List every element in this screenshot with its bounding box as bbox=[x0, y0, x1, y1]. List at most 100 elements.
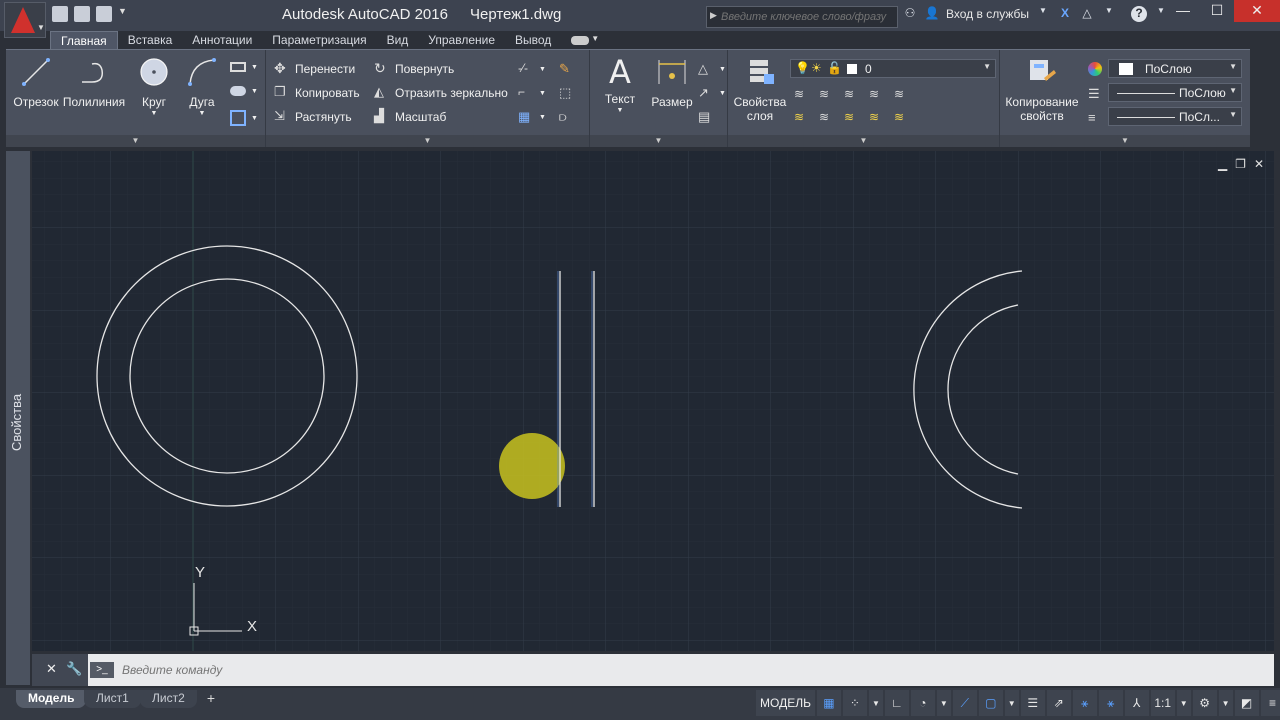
ortho-toggle-icon[interactable]: ∟ bbox=[884, 690, 909, 716]
viewport-restore-icon[interactable]: ❐ bbox=[1235, 157, 1246, 171]
chevron-down-icon[interactable]: ▼ bbox=[936, 690, 951, 716]
qat-dropdown-icon[interactable]: ▼ bbox=[118, 6, 128, 22]
osnap-toggle-icon[interactable]: ▢ bbox=[978, 690, 1003, 716]
lineweight-dropdown[interactable]: ПоСл... ▼ bbox=[1108, 107, 1242, 126]
chevron-down-icon[interactable]: ▼ bbox=[1218, 690, 1233, 716]
line-tool-button[interactable]: Отрезок bbox=[8, 56, 64, 109]
model-space-button[interactable]: МОДЕЛЬ bbox=[756, 690, 815, 716]
command-close-icon[interactable]: ✕ bbox=[46, 661, 57, 677]
array-tool[interactable]: ▦ ▼ ⫐ bbox=[518, 109, 575, 125]
tab-home[interactable]: Главная bbox=[50, 31, 118, 50]
layer-off-icon[interactable]: ≋ bbox=[869, 87, 885, 103]
tab-annotate[interactable]: Аннотации bbox=[182, 31, 262, 50]
hardware-accel-icon[interactable]: ◩ bbox=[1234, 690, 1259, 716]
workspace-gear-icon[interactable]: ⚙ bbox=[1192, 690, 1217, 716]
fillet-tool[interactable]: ⌐ ▼ ⬚ bbox=[518, 85, 575, 101]
lineweight-icon[interactable]: ☰ bbox=[1088, 86, 1100, 102]
rotate-tool[interactable]: ↻ Повернуть bbox=[374, 61, 454, 77]
polar-toggle-icon[interactable]: ◔ bbox=[910, 690, 935, 716]
chevron-down-icon[interactable]: ▼ bbox=[592, 107, 648, 114]
annotation-scale-value[interactable]: 1:1 bbox=[1150, 690, 1175, 716]
add-layout-icon[interactable]: + bbox=[203, 690, 219, 706]
ribbon-minimize-icon[interactable] bbox=[571, 36, 590, 45]
help-icon[interactable]: ? bbox=[1131, 6, 1147, 22]
properties-panel-expand[interactable]: ▼ bbox=[1000, 135, 1250, 147]
new-file-icon[interactable] bbox=[52, 6, 68, 22]
trim-tool[interactable]: -⁄- ▼ ✎ bbox=[518, 61, 575, 77]
minimize-icon[interactable]: — bbox=[1166, 0, 1200, 22]
command-customize-icon[interactable]: 🔧 bbox=[66, 661, 82, 677]
copy-tool[interactable]: ❐ Копировать bbox=[274, 85, 360, 101]
layer-make-current-icon[interactable]: ≋ bbox=[794, 110, 810, 126]
command-prompt-icon[interactable]: >_ bbox=[90, 662, 114, 678]
arc-tool-button[interactable]: Дуга ▼ bbox=[174, 56, 230, 117]
rectangle-tool[interactable]: ▼ bbox=[230, 62, 258, 72]
snap-toggle-icon[interactable]: ⁘ bbox=[842, 690, 867, 716]
leader-tool[interactable]: △ ▼ bbox=[698, 61, 726, 77]
drawing-area[interactable]: Y X ▁ ❐ ✕ bbox=[32, 151, 1274, 651]
offset-icon[interactable]: ⫐ bbox=[559, 109, 575, 125]
multileader-tool[interactable]: ↗ ▼ bbox=[698, 85, 726, 101]
linetype-dropdown[interactable]: ПоСлою ▼ bbox=[1108, 83, 1242, 102]
close-icon[interactable]: ✕ bbox=[1234, 0, 1280, 22]
layer-match-icon[interactable]: ≋ bbox=[819, 110, 835, 126]
layer-freeze-icon[interactable]: ≋ bbox=[844, 87, 860, 103]
match-properties-button[interactable]: Копирование свойств bbox=[1002, 56, 1082, 123]
application-menu-button[interactable]: ▼ bbox=[4, 2, 46, 38]
grid-toggle-icon[interactable]: ▦ bbox=[816, 690, 841, 716]
dimension-tool-button[interactable]: Размер bbox=[644, 56, 700, 109]
customize-menu-icon[interactable]: ≡ bbox=[1260, 690, 1280, 716]
save-icon[interactable] bbox=[96, 6, 112, 22]
layer-thaw-icon[interactable]: ≋ bbox=[844, 110, 860, 126]
layer-properties-button[interactable]: Свойства слоя bbox=[730, 56, 790, 123]
chevron-down-icon[interactable]: ▼ bbox=[1035, 6, 1051, 22]
tab-manage[interactable]: Управление bbox=[418, 31, 505, 50]
tab-model[interactable]: Модель bbox=[16, 690, 87, 708]
viewport-close-icon[interactable]: ✕ bbox=[1254, 157, 1264, 171]
exchange-apps-icon[interactable]: X bbox=[1057, 6, 1073, 22]
open-file-icon[interactable] bbox=[74, 6, 90, 22]
color-wheel-icon[interactable] bbox=[1088, 62, 1102, 76]
isodraft-toggle-icon[interactable]: ⟋ bbox=[952, 690, 977, 716]
boundary-tool[interactable]: ▼ bbox=[230, 110, 258, 126]
linetype-icon[interactable]: ≡ bbox=[1088, 110, 1096, 125]
lineweight-toggle-icon[interactable]: ☰ bbox=[1020, 690, 1045, 716]
modify-panel-expand[interactable]: ▼ bbox=[266, 135, 589, 147]
draw-panel-expand[interactable]: ▼ bbox=[6, 135, 265, 147]
layer-unlock-icon[interactable]: ≋ bbox=[894, 110, 910, 126]
maximize-icon[interactable]: ☐ bbox=[1200, 0, 1234, 22]
tab-layout1[interactable]: Лист1 bbox=[84, 690, 141, 708]
tab-layout2[interactable]: Лист2 bbox=[140, 690, 197, 708]
move-tool[interactable]: ✥ Перенести bbox=[274, 61, 355, 77]
mirror-tool[interactable]: ◭ Отразить зеркально bbox=[374, 85, 508, 101]
layer-dropdown[interactable]: 💡 ☀ 🔓 0 ▼ bbox=[790, 59, 996, 78]
search-box[interactable]: ▶ bbox=[706, 6, 898, 28]
transparency-toggle-icon[interactable]: ⇗ bbox=[1046, 690, 1071, 716]
tab-insert[interactable]: Вставка bbox=[118, 31, 183, 50]
layer-isolate-icon[interactable]: ≋ bbox=[794, 87, 810, 103]
signin-button[interactable]: Вход в службы bbox=[946, 7, 1029, 21]
a360-icon[interactable]: △ bbox=[1079, 6, 1095, 22]
scale-tool[interactable]: ▟ Масштаб bbox=[374, 109, 446, 125]
annotation-panel-expand[interactable]: ▼ bbox=[590, 135, 727, 147]
polyline-tool-button[interactable]: Полилиния bbox=[62, 56, 126, 109]
layer-lock-icon[interactable]: ≋ bbox=[894, 87, 910, 103]
search-expand-icon[interactable]: ▶ bbox=[710, 10, 717, 21]
layer-on-icon[interactable]: ≋ bbox=[869, 110, 885, 126]
tab-parametric[interactable]: Параметризация bbox=[262, 31, 376, 50]
explode-icon[interactable]: ⬚ bbox=[559, 85, 575, 101]
command-line-handle[interactable]: ✕ 🔧 bbox=[32, 654, 88, 686]
chevron-down-icon[interactable]: ▼ bbox=[1004, 690, 1019, 716]
tab-output[interactable]: Вывод bbox=[505, 31, 561, 50]
auto-scale-icon[interactable]: ⚹ bbox=[1098, 690, 1123, 716]
stretch-tool[interactable]: ⇲ Растянуть bbox=[274, 109, 352, 125]
chevron-down-icon[interactable]: ▼ bbox=[174, 110, 230, 117]
search-input[interactable] bbox=[721, 8, 895, 26]
annotation-visibility-icon[interactable]: ⚹ bbox=[1072, 690, 1097, 716]
layer-unisolate-icon[interactable]: ≋ bbox=[819, 87, 835, 103]
user-icon[interactable]: 👤 bbox=[924, 6, 940, 22]
binoculars-icon[interactable]: ⚇ bbox=[902, 6, 918, 22]
annotation-scale-icon[interactable]: ⅄ bbox=[1124, 690, 1149, 716]
layers-panel-expand[interactable]: ▼ bbox=[728, 135, 999, 147]
viewport-minimize-icon[interactable]: ▁ bbox=[1218, 157, 1227, 171]
